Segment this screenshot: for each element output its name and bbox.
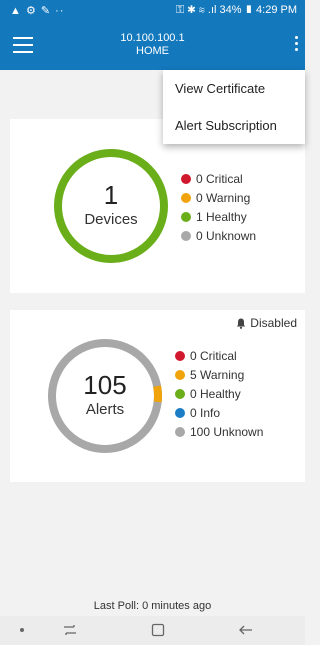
legend-warning: 5 Warning [190,367,245,382]
menu-item-alert-subscription[interactable]: Alert Subscription [163,107,305,144]
legend-critical: 0 Critical [190,348,237,363]
dot-icon[interactable] [18,622,26,638]
legend-item: 0 Info [175,403,263,422]
overflow-menu: View Certificate Alert Subscription [163,70,305,144]
status-bar: ▲ ⚙ ✎ ·· ⚿ ✱ ≋ .ıl 34% ▮ 4:29 PM [0,0,305,22]
devices-count: 1 [103,180,119,210]
recent-apps-icon[interactable] [62,622,78,638]
section-title: HOME [136,45,169,57]
legend-item: 0 Warning [181,188,256,207]
status-right-info: ⚿ ✱ ≋ .ıl 34% ▮ 4:29 PM [175,4,297,16]
warning-dot-icon [181,192,191,203]
warning-dot-icon [175,369,185,380]
system-nav-bar [0,616,305,645]
legend-info: 0 Info [190,405,221,420]
legend-item: 0 Unknown [181,226,256,245]
devices-ring: 1 Devices [53,148,169,264]
legend-item: 0 Critical [175,346,263,365]
home-icon[interactable] [150,622,166,638]
legend-critical: 0 Critical [196,171,243,186]
status-left-icons: ▲ ⚙ ✎ ·· [10,5,65,17]
devices-card[interactable]: 1 Devices 0 Critical 0 Warning 1 Healthy… [10,119,305,293]
devices-label: Devices [84,211,138,228]
host-address: 10.100.100.1 [120,32,185,44]
devices-legend: 0 Critical 0 Warning 1 Healthy 0 Unknown [181,169,256,245]
critical-dot-icon [181,173,191,184]
app-bar: 10.100.100.1 HOME [0,22,305,70]
overflow-menu-icon[interactable] [293,36,299,56]
alerts-card[interactable]: Disabled 105 Alerts 0 Critical 5 Warning… [10,310,305,482]
legend-healthy: 1 Healthy [196,209,247,224]
unknown-dot-icon [175,426,185,437]
alert-status: Disabled [236,316,297,330]
alerts-ring: 105 Alerts [47,338,163,454]
legend-item: 0 Critical [181,169,256,188]
legend-item: 1 Healthy [181,207,256,226]
back-icon[interactable] [238,622,254,638]
legend-unknown: 0 Unknown [196,228,257,243]
unknown-dot-icon [181,230,191,241]
alerts-label: Alerts [85,401,125,418]
critical-dot-icon [175,350,185,361]
alerts-count: 105 [83,370,127,400]
legend-item: 5 Warning [175,365,263,384]
legend-unknown: 100 Unknown [190,424,264,439]
last-poll-text: Last Poll: 0 minutes ago [93,600,212,612]
bell-icon [237,318,246,329]
alerts-legend: 0 Critical 5 Warning 0 Healthy 0 Info 10… [175,346,263,441]
info-dot-icon [175,407,185,418]
legend-item: 100 Unknown [175,422,263,441]
healthy-dot-icon [181,211,191,222]
app-bar-title: 10.100.100.1 HOME [0,32,305,58]
legend-warning: 0 Warning [196,190,251,205]
menu-item-view-certificate[interactable]: View Certificate [163,70,305,107]
disabled-label: Disabled [250,316,297,330]
legend-item: 0 Healthy [175,384,263,403]
legend-healthy: 0 Healthy [190,386,241,401]
healthy-dot-icon [175,388,185,399]
